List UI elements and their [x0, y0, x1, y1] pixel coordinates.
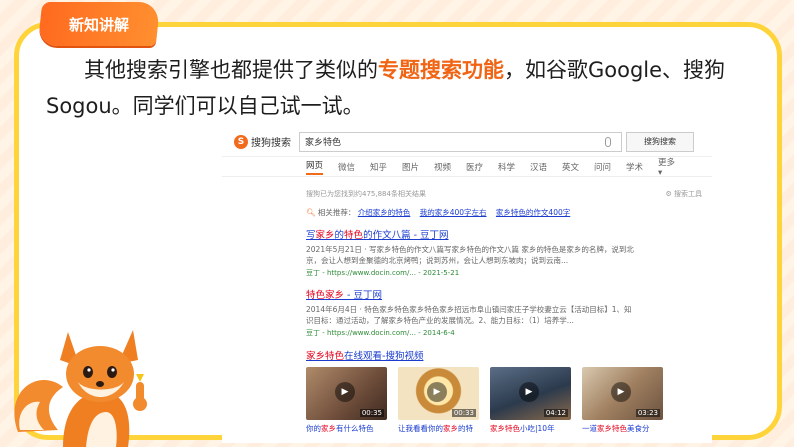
sogou-screenshot: S 搜狗搜索 家乡特色 搜狗搜索 网页 微信 知乎 图片 视频 医疗 科学 汉语…: [222, 127, 712, 443]
search-tabs: 网页 微信 知乎 图片 视频 医疗 科学 汉语 英文 问问 学术 更多 ▾: [222, 156, 712, 178]
result-title-link[interactable]: 写家乡的特色的作文八篇 - 豆丁网: [306, 227, 702, 241]
video-duration: 03:23: [635, 409, 660, 417]
related-link[interactable]: 介绍家乡的特色: [358, 208, 411, 217]
intro-highlight: 专题搜索功能: [378, 58, 504, 82]
results-body: 搜狗已为您找到约475,884条相关结果 ⚙ 搜索工具 🔍︎ 相关推荐： 介绍家…: [222, 189, 712, 434]
result-count-row: 搜狗已为您找到约475,884条相关结果 ⚙ 搜索工具: [306, 189, 702, 199]
video-thumbnail[interactable]: ▶ 04:12: [490, 367, 571, 420]
related-searches: 🔍︎ 相关推荐： 介绍家乡的特色 我的家乡400字左右 家乡特色的作文400字: [306, 207, 702, 218]
search-input-value: 家乡特色: [305, 138, 342, 148]
sogou-logo-label: 搜狗搜索: [251, 138, 291, 149]
tab-weixin[interactable]: 微信: [338, 161, 355, 173]
video-thumbnail[interactable]: ▶ 00:35: [306, 367, 387, 420]
result-snippet: 2021年5月21日 · 写家乡特色的作文八篇写家乡特色的作文八篇 家乡的特色是…: [306, 245, 634, 265]
play-icon[interactable]: ▶: [427, 382, 447, 402]
video-caption[interactable]: 让我看看你的家乡的特: [398, 423, 479, 434]
sogou-header: S 搜狗搜索 家乡特色 搜狗搜索: [222, 127, 712, 157]
search-icon: 🔍︎: [306, 208, 316, 217]
search-input[interactable]: 家乡特色: [299, 131, 622, 152]
video-card[interactable]: ▶ 03:23 一道家乡特色美食分: [582, 367, 663, 434]
video-list: ▶ 00:35 你的家乡有什么特色 ▶ 00:33 让我看看你的家乡的特 ▶ 0…: [306, 367, 702, 434]
section-tag: 新知讲解: [37, 2, 161, 46]
video-caption[interactable]: 家乡特色小吃|10年: [490, 423, 571, 434]
video-card[interactable]: ▶ 00:33 让我看看你的家乡的特: [398, 367, 479, 434]
result-title-link[interactable]: 特色家乡 - 豆丁网: [306, 287, 702, 301]
tab-more[interactable]: 更多 ▾: [658, 156, 697, 178]
fox-mascot-illustration: [14, 330, 147, 447]
tab-wenwen[interactable]: 问问: [594, 161, 611, 173]
result-url[interactable]: 豆丁 - https://www.docin.com/... - 2014-6-…: [306, 328, 702, 338]
search-button[interactable]: 搜狗搜索: [626, 131, 694, 152]
play-icon[interactable]: ▶: [335, 382, 355, 402]
video-caption[interactable]: 你的家乡有什么特色: [306, 423, 387, 434]
related-link[interactable]: 家乡特色的作文400字: [496, 208, 570, 217]
intro-paragraph: 其他搜索引擎也都提供了类似的专题搜索功能，如谷歌Google、搜狗Sogou。同…: [46, 52, 766, 124]
section-tag-label: 新知讲解: [68, 15, 129, 34]
result-url[interactable]: 豆丁 - https://www.docin.com/... - 2021-5-…: [306, 268, 702, 278]
search-result: 特色家乡 - 豆丁网 2014年6月4日 · 特色家乡特色家乡特色家乡招远市阜山…: [306, 287, 702, 338]
tab-zhihu[interactable]: 知乎: [370, 161, 387, 173]
video-duration: 04:12: [543, 409, 568, 417]
video-thumbnail[interactable]: ▶ 00:33: [398, 367, 479, 420]
tab-scholar[interactable]: 学术: [626, 161, 643, 173]
related-label: 相关推荐：: [317, 208, 356, 217]
play-icon[interactable]: ▶: [611, 382, 631, 402]
search-tools[interactable]: ⚙ 搜索工具: [665, 189, 702, 199]
video-duration: 00:35: [359, 409, 384, 417]
tab-chinese[interactable]: 汉语: [530, 161, 547, 173]
gear-icon: ⚙: [665, 190, 672, 198]
sogou-logo-icon: S: [234, 134, 248, 149]
play-icon[interactable]: ▶: [519, 382, 539, 402]
tab-web[interactable]: 网页: [306, 159, 323, 175]
video-duration: 00:33: [451, 409, 476, 417]
intro-text-1: 其他搜索引擎也都提供了类似的: [84, 58, 378, 82]
video-thumbnail[interactable]: ▶ 03:23: [582, 367, 663, 420]
video-card[interactable]: ▶ 04:12 家乡特色小吃|10年: [490, 367, 571, 434]
tab-science[interactable]: 科学: [498, 161, 515, 173]
result-count: 搜狗已为您找到约475,884条相关结果: [306, 190, 426, 198]
result-snippet: 2014年6月4日 · 特色家乡特色家乡特色家乡招远市阜山镇闫家庄子学校妻立云【…: [306, 305, 632, 325]
search-result: 写家乡的特色的作文八篇 - 豆丁网 2021年5月21日 · 写家乡特色的作文八…: [306, 227, 702, 278]
tab-video[interactable]: 视频: [434, 161, 451, 173]
video-caption[interactable]: 一道家乡特色美食分: [582, 423, 663, 434]
microphone-icon[interactable]: [605, 136, 611, 147]
tab-medical[interactable]: 医疗: [466, 161, 483, 173]
video-section-title[interactable]: 家乡特色在线观看-搜狗视频: [306, 348, 702, 362]
sogou-logo[interactable]: S 搜狗搜索: [234, 134, 291, 149]
related-link[interactable]: 我的家乡400字左右: [420, 208, 487, 217]
video-card[interactable]: ▶ 00:35 你的家乡有什么特色: [306, 367, 387, 434]
tab-images[interactable]: 图片: [402, 161, 419, 173]
tab-english[interactable]: 英文: [562, 161, 579, 173]
